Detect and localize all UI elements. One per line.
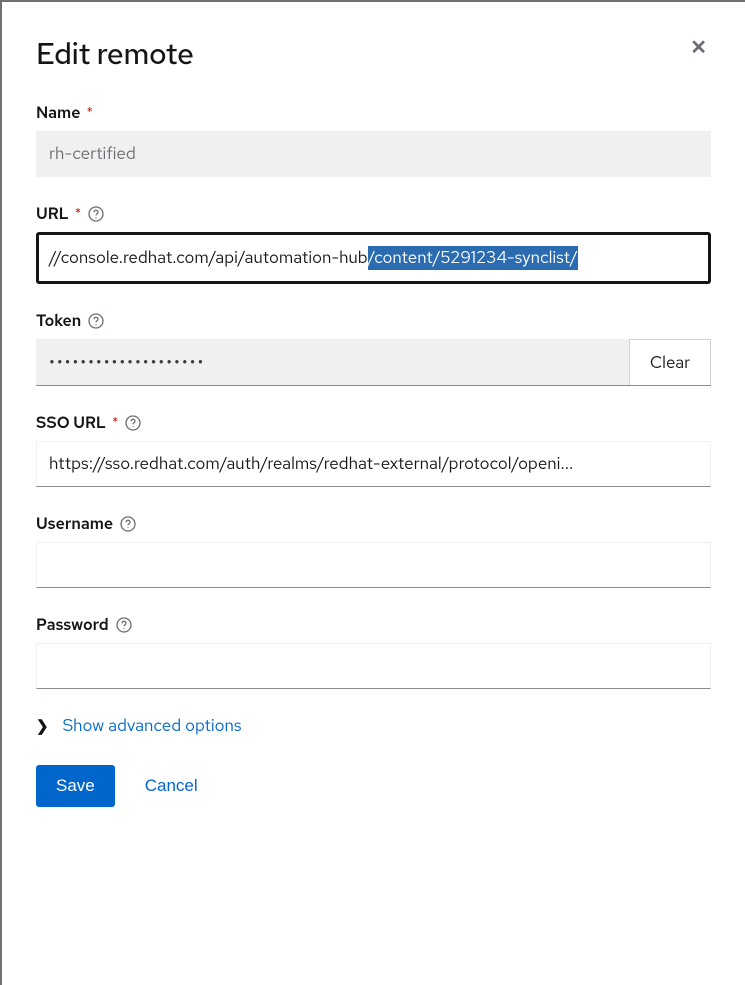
clear-label: Clear: [650, 352, 690, 374]
url-value-selected: /content/5291234-synclist/: [368, 246, 578, 270]
field-password: Password: [36, 614, 711, 689]
required-marker: *: [86, 106, 92, 120]
dialog-title: Edit remote: [36, 34, 194, 74]
chevron-right-icon: ❯: [36, 716, 49, 736]
username-input[interactable]: [36, 542, 711, 588]
clear-token-button[interactable]: Clear: [629, 339, 711, 385]
field-sso-url: SSO URL * https://sso.redhat.com/auth/re…: [36, 412, 711, 487]
label-row: SSO URL *: [36, 412, 711, 433]
advanced-toggle-label: Show advanced options: [63, 715, 242, 737]
help-icon[interactable]: [87, 312, 105, 330]
name-input[interactable]: rh-certified: [36, 131, 711, 177]
sso-url-label: SSO URL: [36, 412, 106, 433]
close-button[interactable]: ✕: [686, 34, 711, 62]
save-label: Save: [56, 776, 95, 795]
cancel-label: Cancel: [145, 776, 198, 795]
token-label: Token: [36, 310, 81, 331]
name-label: Name: [36, 102, 80, 123]
name-value: rh-certified: [49, 143, 136, 165]
help-icon[interactable]: [115, 616, 133, 634]
url-label: URL: [36, 203, 69, 224]
password-input[interactable]: [36, 643, 711, 689]
help-icon[interactable]: [87, 205, 105, 223]
dialog-actions: Save Cancel: [36, 765, 711, 807]
username-label: Username: [36, 513, 113, 534]
token-row: •••••••••••••••••••• Clear: [36, 339, 711, 386]
label-row: Token: [36, 310, 711, 331]
help-icon[interactable]: [119, 515, 137, 533]
sso-url-value: https://sso.redhat.com/auth/realms/redha…: [49, 453, 573, 475]
url-input[interactable]: //console.redhat.com/api/automation-hub/…: [36, 232, 711, 284]
field-token: Token •••••••••••••••••••• Clear: [36, 310, 711, 386]
save-button[interactable]: Save: [36, 765, 115, 807]
cancel-button[interactable]: Cancel: [145, 776, 198, 796]
label-row: Username: [36, 513, 711, 534]
token-input[interactable]: ••••••••••••••••••••: [36, 339, 629, 385]
field-username: Username: [36, 513, 711, 588]
label-row: Password: [36, 614, 711, 635]
advanced-toggle[interactable]: ❯ Show advanced options: [36, 715, 711, 737]
password-label: Password: [36, 614, 109, 635]
edit-remote-dialog: Edit remote ✕ Name * rh-certified URL *: [0, 0, 745, 985]
required-marker: *: [75, 207, 81, 221]
field-name: Name * rh-certified: [36, 102, 711, 177]
required-marker: *: [112, 416, 118, 430]
close-icon: ✕: [690, 35, 707, 61]
help-icon[interactable]: [124, 414, 142, 432]
token-masked-value: ••••••••••••••••••••: [49, 352, 205, 374]
field-url: URL * //console.redhat.com/api/automatio…: [36, 203, 711, 284]
url-value-prefix: //console.redhat.com/api/automation-hub: [49, 247, 368, 269]
label-row: URL *: [36, 203, 711, 224]
sso-url-input[interactable]: https://sso.redhat.com/auth/realms/redha…: [36, 441, 711, 487]
label-row: Name *: [36, 102, 711, 123]
dialog-header: Edit remote ✕: [36, 34, 711, 74]
